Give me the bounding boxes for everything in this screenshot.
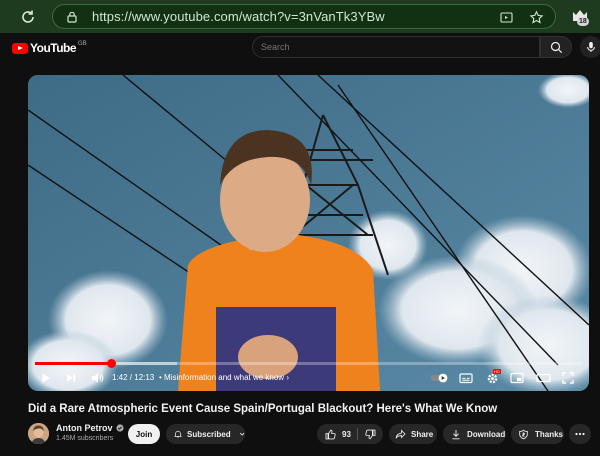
region-code: GB (78, 41, 87, 47)
download-button[interactable]: Download (443, 424, 506, 444)
voice-search-button[interactable] (580, 36, 600, 58)
volume-button[interactable] (89, 369, 105, 387)
played-range (35, 362, 111, 365)
youtube-logo[interactable]: YouTube GB (12, 41, 87, 55)
url-text: https://www.youtube.com/watch?v=3nVanTk3… (92, 9, 385, 24)
time-display: 1:42 / 12:13 (112, 373, 155, 382)
video-title: Did a Rare Atmospheric Event Cause Spain… (28, 403, 498, 415)
theater-mode-button[interactable] (535, 369, 551, 387)
subscriber-count: 1.45M subscribers (56, 435, 114, 442)
progress-bar[interactable] (35, 359, 581, 368)
subscribed-button[interactable]: Subscribed (166, 424, 245, 444)
site-info-icon[interactable] (65, 10, 79, 24)
youtube-play-icon (12, 42, 28, 54)
chevron-right-icon: › (284, 373, 289, 382)
autoplay-toggle[interactable] (430, 369, 450, 387)
play-button[interactable] (38, 369, 54, 387)
channel-name[interactable]: Anton Petrov (56, 423, 124, 433)
search-input[interactable] (261, 42, 521, 52)
join-label: Join (135, 429, 153, 439)
like-button[interactable]: 93 (317, 424, 357, 444)
video-player[interactable]: 1:42 / 12:13 • Misinformation and what w… (28, 75, 589, 391)
settings-button[interactable]: HD (483, 369, 501, 387)
check-circle-icon (115, 424, 124, 432)
skip-next-icon (67, 374, 76, 382)
search-box[interactable] (252, 36, 540, 58)
channel-avatar[interactable] (28, 423, 49, 444)
miniplayer-icon (510, 372, 524, 384)
address-bar[interactable]: https://www.youtube.com/watch?v=3nVanTk3… (52, 4, 556, 29)
subscribed-label: Subscribed (187, 429, 231, 439)
bell-icon (174, 430, 182, 438)
more-horizontal-icon (575, 432, 585, 436)
description-box-edge (0, 449, 600, 456)
youtube-header: YouTube GB (0, 33, 600, 67)
channel-name-text: Anton Petrov (56, 423, 113, 433)
chapter-label: Misinformation and what we know (164, 373, 285, 382)
subtitles-icon (459, 373, 473, 384)
chevron-down-icon (239, 432, 245, 436)
open-in-app-icon[interactable] (499, 10, 514, 25)
share-icon (395, 428, 406, 439)
logo-wordmark: YouTube (30, 41, 77, 55)
player-controls: 1:42 / 12:13 • Misinformation and what w… (28, 367, 589, 389)
download-icon (452, 429, 460, 439)
super-thanks-icon (519, 429, 528, 439)
join-button[interactable]: Join (128, 424, 160, 444)
chapter-title[interactable]: • Misinformation and what we know › (159, 373, 289, 382)
reload-icon[interactable] (17, 6, 39, 28)
autoplay-toggle-icon (430, 373, 448, 383)
thumbs-up-icon (325, 429, 336, 439)
subtitles-button[interactable] (458, 369, 474, 387)
more-actions-button[interactable] (569, 424, 591, 444)
browser-toolbar: https://www.youtube.com/watch?v=3nVanTk3… (0, 0, 600, 33)
quality-badge: HD (493, 369, 501, 374)
search-icon (550, 41, 562, 53)
dislike-button[interactable] (358, 424, 382, 444)
extension-badge: 18 (577, 17, 589, 26)
thumbs-down-icon (364, 429, 375, 439)
video-frame (28, 75, 589, 391)
microphone-icon (587, 42, 595, 52)
thanks-label: Thanks (535, 429, 564, 439)
like-count: 93 (342, 429, 351, 439)
download-label: Download (467, 429, 506, 439)
search-button[interactable] (540, 36, 572, 58)
theater-mode-icon (535, 373, 551, 383)
like-dislike-group: 93 (317, 424, 383, 444)
share-label: Share (411, 429, 434, 439)
fullscreen-button[interactable] (560, 369, 576, 387)
thanks-button[interactable]: Thanks (511, 424, 564, 444)
miniplayer-button[interactable] (509, 369, 525, 387)
avatar-image (28, 423, 49, 444)
share-button[interactable]: Share (389, 424, 437, 444)
next-button[interactable] (63, 369, 79, 387)
volume-icon (91, 373, 103, 383)
play-icon (42, 373, 50, 383)
bookmark-star-icon[interactable] (529, 10, 544, 25)
fullscreen-icon (562, 372, 574, 384)
